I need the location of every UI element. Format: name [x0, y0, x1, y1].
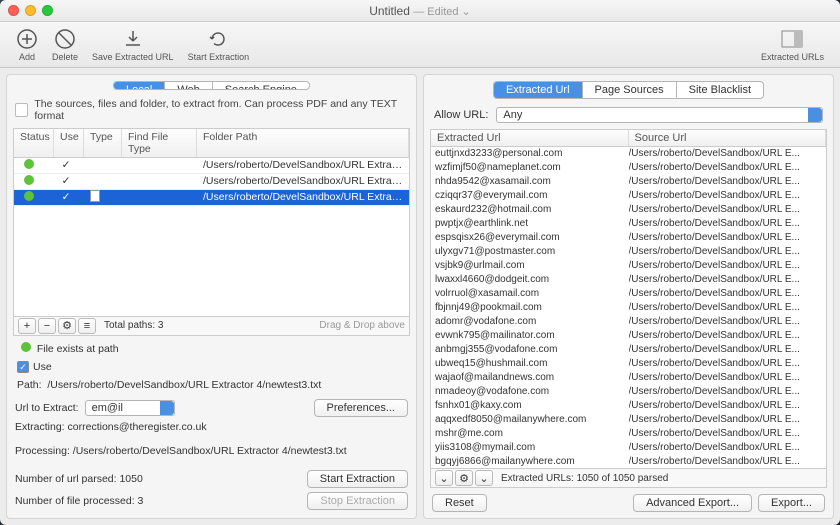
advanced-export-button[interactable]: Advanced Export... [633, 494, 752, 512]
sources-pane: Local Web Search Engine The sources, fil… [6, 74, 417, 519]
table-row[interactable]: bgqyj6866@mailanywhere.com/Users/roberto… [431, 455, 826, 468]
stop-extraction-button: Stop Extraction [307, 492, 408, 510]
right-tabs: Extracted Url Page Sources Site Blacklis… [493, 81, 764, 99]
app-window: Untitled — Edited ⌄ Add Delete Save Extr… [0, 0, 840, 525]
col-source-url[interactable]: Source Url [629, 130, 827, 146]
chevron-down-icon[interactable]: ⌄ [475, 470, 493, 486]
tab-extracted-url[interactable]: Extracted Url [494, 82, 583, 98]
start-extraction-button[interactable]: Start Extraction [182, 26, 256, 64]
processing-status: Processing: /Users/roberto/DevelSandbox/… [7, 443, 416, 459]
table-row[interactable]: mshr@me.com/Users/roberto/DevelSandbox/U… [431, 427, 826, 441]
checkbox-icon[interactable]: ✓ [17, 361, 29, 373]
table-row[interactable]: volrruol@xasamail.com/Users/roberto/Deve… [431, 287, 826, 301]
table-row[interactable]: vsjbk9@urlmail.com/Users/roberto/DevelSa… [431, 259, 826, 273]
table-row[interactable]: ✓ /Users/roberto/DevelSandbox/URL Extrac… [14, 174, 409, 190]
table-row[interactable]: aqqxedf8050@mailanywhere.com/Users/rober… [431, 413, 826, 427]
refresh-icon [207, 28, 229, 50]
sources-description: The sources, files and folder, to extrac… [7, 94, 416, 126]
remove-path-button[interactable]: − [38, 318, 56, 334]
table-row[interactable]: nhda9542@xasamail.com/Users/roberto/Deve… [431, 175, 826, 189]
add-button[interactable]: Add [10, 26, 44, 64]
chevron-down-icon[interactable]: ⌄ [435, 470, 453, 486]
extracted-urls-toggle[interactable]: Extracted URLs [755, 26, 830, 64]
table-row[interactable]: wzfimjf50@nameplanet.com/Users/roberto/D… [431, 161, 826, 175]
col-extracted-url[interactable]: Extracted Url [431, 130, 629, 146]
urls-parsed-label: Number of url parsed: 1050 [15, 473, 143, 485]
table-row[interactable]: lwaxxl4660@dodgeit.com/Users/roberto/Dev… [431, 273, 826, 287]
preferences-button[interactable]: Preferences... [314, 399, 408, 417]
selected-path: Path: /Users/roberto/DevelSandbox/URL Ex… [17, 379, 406, 391]
file-exists-row: File exists at path [17, 342, 406, 355]
sources-table: Status Use Type Find File Type Folder Pa… [13, 128, 410, 317]
total-paths-label: Total paths: 3 [104, 320, 163, 331]
gear-icon[interactable]: ⚙ [455, 470, 473, 486]
document-icon [15, 103, 28, 117]
extracting-status: Extracting: corrections@theregister.co.u… [7, 419, 416, 435]
col-type[interactable]: Type [84, 129, 122, 157]
no-entry-icon [54, 28, 76, 50]
col-use[interactable]: Use [54, 129, 84, 157]
use-checkbox-row[interactable]: ✓Use [17, 361, 406, 374]
tab-site-blacklist[interactable]: Site Blacklist [677, 82, 763, 98]
export-button[interactable]: Export... [758, 494, 825, 512]
table-row[interactable]: ubweq15@hushmail.com/Users/roberto/Devel… [431, 357, 826, 371]
delete-button[interactable]: Delete [46, 26, 84, 64]
window-title: Untitled — Edited ⌄ [0, 4, 840, 18]
allow-url-select[interactable]: Any▴▾ [496, 107, 823, 123]
table-row[interactable]: eskaurd232@hotmail.com/Users/roberto/Dev… [431, 203, 826, 217]
drag-drop-hint: Drag & Drop above [319, 320, 405, 331]
tab-page-sources[interactable]: Page Sources [583, 82, 677, 98]
url-to-extract-select[interactable]: em@il▴▾ [85, 400, 175, 416]
add-path-button[interactable]: + [18, 318, 36, 334]
results-status-bar: ⌄ ⚙ ⌄ Extracted URLs: 1050 of 1050 parse… [430, 469, 827, 488]
table-row[interactable]: yiis3108@mymail.com/Users/roberto/DevelS… [431, 441, 826, 455]
table-row[interactable]: espsqisx26@everymail.com/Users/roberto/D… [431, 231, 826, 245]
start-extraction-button-2[interactable]: Start Extraction [307, 470, 408, 488]
table-row[interactable]: cziqqr37@everymail.com/Users/roberto/Dev… [431, 189, 826, 203]
plus-circle-icon [16, 28, 38, 50]
table-row[interactable]: euttjnxd3233@personal.com/Users/roberto/… [431, 147, 826, 161]
table-row[interactable]: ✓ /Users/roberto/DevelSandbox/URL Extrac… [14, 190, 409, 206]
table-row[interactable]: ✓ /Users/roberto/DevelSandbox/URL Extrac… [14, 158, 409, 174]
save-button[interactable]: Save Extracted URL [86, 26, 180, 64]
results-pane: Extracted Url Page Sources Site Blacklis… [423, 74, 834, 519]
sources-footer-bar: + − ⚙ ≡ Total paths: 3 Drag & Drop above [13, 317, 410, 336]
url-to-extract-label: Url to Extract: [15, 402, 79, 414]
col-status[interactable]: Status [14, 129, 54, 157]
table-row[interactable]: evwnk795@mailinator.com/Users/roberto/De… [431, 329, 826, 343]
results-table: Extracted Url Source Url euttjnxd3233@pe… [430, 129, 827, 469]
files-processed-label: Number of file processed: 3 [15, 495, 143, 507]
reset-button[interactable]: Reset [432, 494, 487, 512]
table-row[interactable]: wajaof@mailandnews.com/Users/roberto/Dev… [431, 371, 826, 385]
allow-url-label: Allow URL: [434, 109, 488, 121]
col-folder-path[interactable]: Folder Path [197, 129, 409, 157]
col-find-file-type[interactable]: Find File Type [122, 129, 197, 157]
tab-local[interactable]: Local [114, 82, 165, 89]
left-tabs: Local Web Search Engine [113, 81, 310, 90]
list-icon[interactable]: ≡ [78, 318, 96, 334]
table-row[interactable]: ulyxgv71@postmaster.com/Users/roberto/De… [431, 245, 826, 259]
download-icon [122, 28, 144, 50]
gear-icon[interactable]: ⚙ [58, 318, 76, 334]
titlebar: Untitled — Edited ⌄ [0, 0, 840, 22]
table-row[interactable]: fsnhx01@kaxy.com/Users/roberto/DevelSand… [431, 399, 826, 413]
tab-search-engine[interactable]: Search Engine [213, 82, 309, 89]
table-row[interactable]: pwptjx@earthlink.net/Users/roberto/Devel… [431, 217, 826, 231]
toolbar: Add Delete Save Extracted URL Start Extr… [0, 22, 840, 68]
table-row[interactable]: fbjnnj49@pookmail.com/Users/roberto/Deve… [431, 301, 826, 315]
table-row[interactable]: nmadeoy@vodafone.com/Users/roberto/Devel… [431, 385, 826, 399]
tab-web[interactable]: Web [165, 82, 212, 89]
sidebar-icon [781, 28, 803, 50]
status-dot-icon [21, 342, 31, 352]
table-row[interactable]: adomr@vodafone.com/Users/roberto/DevelSa… [431, 315, 826, 329]
table-row[interactable]: anbmgj355@vodafone.com/Users/roberto/Dev… [431, 343, 826, 357]
